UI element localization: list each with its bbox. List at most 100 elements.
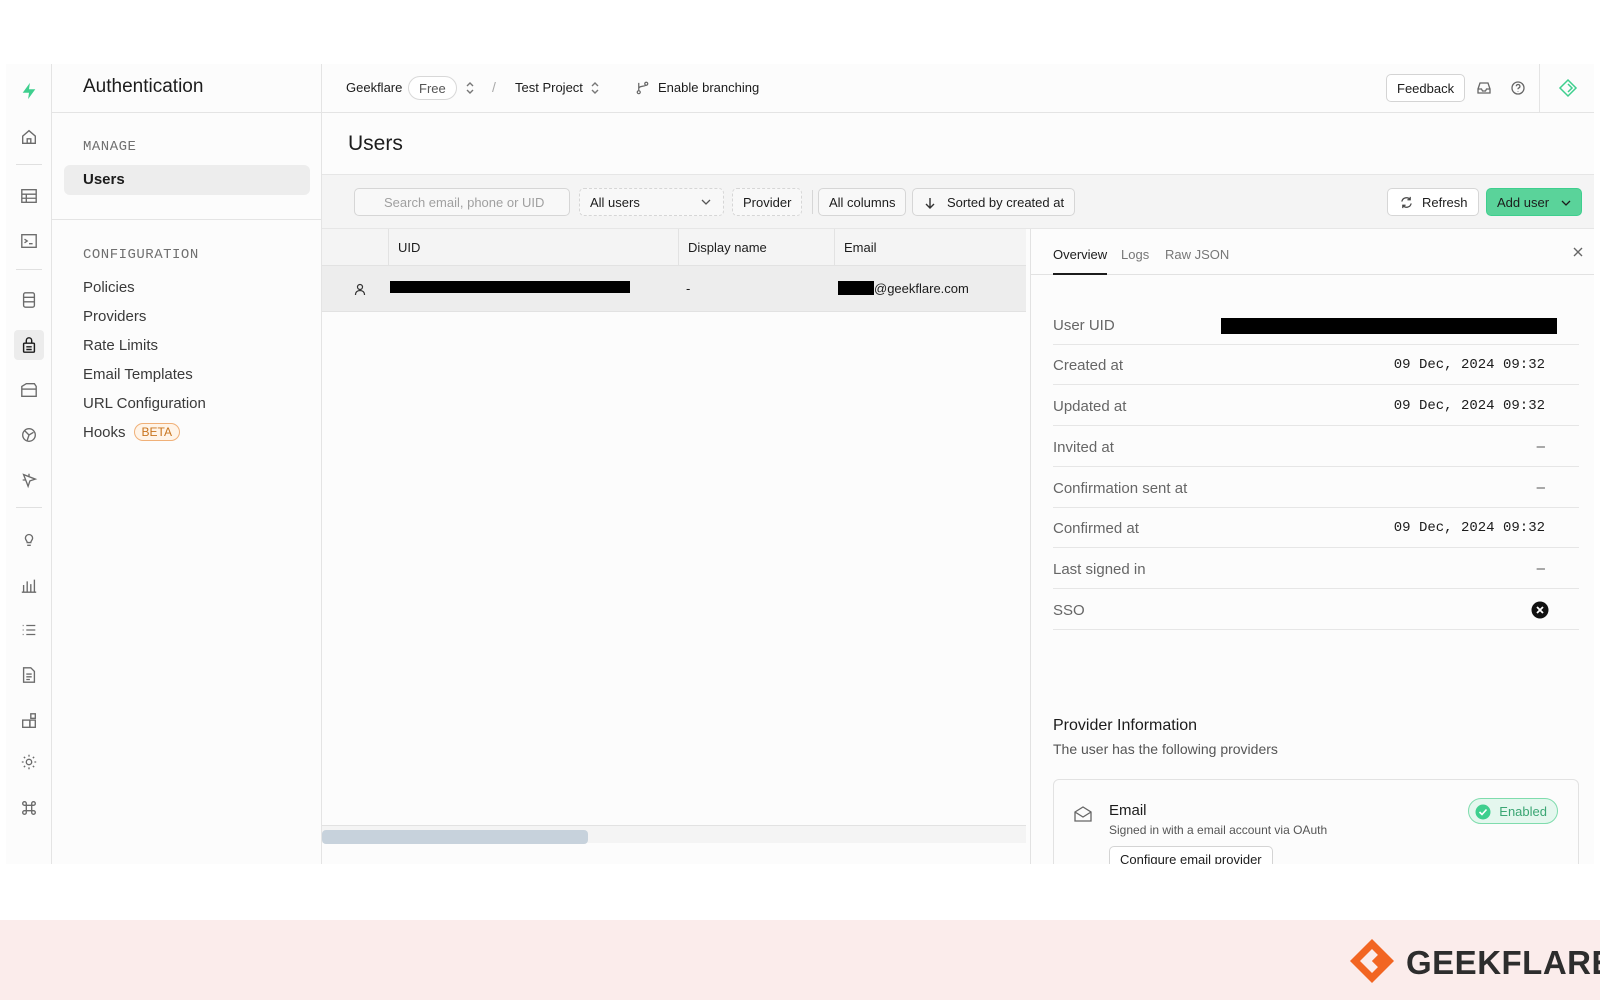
configure-email-provider-button[interactable]: Configure email provider (1109, 846, 1273, 864)
user-filter-select[interactable]: All users (579, 188, 724, 216)
user-icon (354, 283, 366, 296)
horizontal-scrollbar[interactable] (322, 825, 1026, 844)
provider-filter-button[interactable]: Provider (732, 188, 803, 216)
advisors-bulb-icon[interactable] (14, 524, 44, 554)
field-label: Updated at (1053, 398, 1127, 415)
assistant-diamond-icon[interactable] (1558, 78, 1578, 98)
hooks-label: Hooks (83, 424, 126, 441)
column-header-uid[interactable]: UID (388, 229, 678, 266)
sidebar-item-policies[interactable]: Policies (83, 279, 135, 296)
table-editor-icon[interactable] (14, 181, 44, 211)
field-label: Confirmed at (1053, 520, 1139, 537)
sidebar-item-url-configuration[interactable]: URL Configuration (83, 395, 206, 412)
provider-card: Email Signed in with a email account via… (1053, 779, 1579, 864)
sidebar-item-hooks[interactable]: Hooks BETA (83, 423, 180, 441)
sidebar-item-email-templates[interactable]: Email Templates (83, 366, 193, 383)
configuration-section-label: CONFIGURATION (83, 247, 199, 263)
tab-overview[interactable]: Overview (1053, 247, 1108, 275)
provider-info-subtitle: The user has the following providers (1053, 741, 1278, 757)
settings-gear-icon[interactable] (14, 747, 44, 777)
auth-lock-icon[interactable] (14, 330, 44, 360)
sql-editor-icon[interactable] (14, 226, 44, 256)
project-name[interactable]: Test Project (515, 80, 583, 95)
add-user-button[interactable]: Add user (1486, 188, 1582, 216)
field-user-uid: User UID (1053, 305, 1579, 345)
org-switch-chevrons-icon[interactable] (464, 80, 476, 96)
enable-branching-button[interactable]: Enable branching (658, 80, 759, 95)
realtime-icon[interactable] (14, 420, 44, 450)
field-last-signed-in: Last signed in – (1053, 549, 1579, 589)
storage-icon[interactable] (14, 375, 44, 405)
integrations-icon[interactable] (14, 706, 44, 736)
field-invited-at: Invited at – (1053, 427, 1579, 467)
chevron-down-icon (1561, 200, 1571, 206)
table-row[interactable]: - @geekflare.com (322, 266, 1026, 312)
field-label: Last signed in (1053, 561, 1146, 578)
field-confirmation-sent-at: Confirmation sent at – (1053, 468, 1579, 508)
field-value: 09 Dec, 2024 09:32 (1393, 357, 1545, 373)
add-user-label: Add user (1497, 195, 1550, 210)
field-value: – (1536, 479, 1545, 496)
sidebar-item-users[interactable]: Users (64, 165, 310, 195)
users-table: UID Display name Email - @geekflare.com (322, 229, 1026, 864)
x-circle-icon (1531, 601, 1549, 619)
enabled-label: Enabled (1499, 804, 1547, 819)
feedback-button[interactable]: Feedback (1386, 74, 1466, 102)
org-name[interactable]: Geekflare (346, 80, 402, 95)
arrow-down-icon (925, 198, 935, 209)
tab-raw-json[interactable]: Raw JSON (1165, 247, 1229, 262)
email-cell: @geekflare.com (874, 281, 969, 296)
edge-functions-icon[interactable] (14, 465, 44, 495)
sidebar-item-providers[interactable]: Providers (83, 308, 146, 325)
auth-sidebar: Authentication MANAGE Users CONFIGURATIO… (52, 64, 322, 864)
beta-badge: BETA (133, 423, 180, 441)
provider-info-title: Provider Information (1053, 717, 1198, 734)
git-branch-icon (636, 81, 649, 95)
geekflare-logo-icon (1350, 939, 1394, 983)
sort-button[interactable]: Sorted by created at (912, 188, 1076, 216)
page-title: Users (348, 132, 403, 155)
project-switch-chevrons-icon[interactable] (589, 80, 601, 96)
column-header-display-name[interactable]: Display name (678, 229, 834, 266)
field-confirmed-at: Confirmed at 09 Dec, 2024 09:32 (1053, 508, 1579, 548)
column-header-email[interactable]: Email (834, 229, 1026, 266)
supabase-logo-icon[interactable] (14, 76, 44, 106)
home-icon[interactable] (14, 122, 44, 152)
field-label: Created at (1053, 357, 1124, 374)
field-label: Invited at (1053, 439, 1114, 456)
breadcrumb-separator: / (492, 79, 496, 95)
tab-logs[interactable]: Logs (1121, 247, 1149, 262)
database-icon[interactable] (14, 285, 44, 315)
user-detail-panel: Overview Logs Raw JSON User UID Created … (1030, 229, 1594, 864)
geekflare-brand: GEEKFLARE (1406, 944, 1600, 981)
field-label: User UID (1053, 317, 1115, 334)
refresh-label: Refresh (1422, 195, 1468, 210)
users-toolbar: All users Provider All columns Sorted by… (322, 174, 1594, 229)
reports-icon[interactable] (14, 570, 44, 600)
sort-label: Sorted by created at (947, 195, 1065, 210)
redacted-email-user (838, 281, 874, 295)
mail-icon (1074, 806, 1092, 822)
field-label: Confirmation sent at (1053, 480, 1188, 497)
redacted-uid (390, 281, 630, 293)
command-icon[interactable] (14, 793, 44, 823)
field-value: 09 Dec, 2024 09:32 (1393, 398, 1545, 414)
top-bar: Geekflare Free / Test Project Enable bra… (322, 64, 1594, 113)
provider-description: Signed in with a email account via OAuth (1109, 823, 1328, 837)
logs-list-icon[interactable] (14, 615, 44, 645)
refresh-button[interactable]: Refresh (1387, 188, 1479, 216)
inbox-icon[interactable] (1476, 79, 1492, 97)
field-value: 09 Dec, 2024 09:32 (1393, 520, 1545, 536)
all-columns-button[interactable]: All columns (818, 188, 907, 216)
field-value: – (1536, 560, 1545, 577)
help-icon[interactable] (1510, 79, 1526, 97)
search-input[interactable] (354, 188, 570, 216)
nav-rail (6, 64, 52, 864)
api-docs-icon[interactable] (14, 660, 44, 690)
sidebar-item-rate-limits[interactable]: Rate Limits (83, 337, 158, 354)
table-header: UID Display name Email (322, 229, 1026, 266)
close-icon[interactable] (1571, 245, 1585, 259)
enabled-badge: Enabled (1468, 798, 1558, 824)
manage-section-label: MANAGE (83, 139, 137, 155)
field-sso: SSO (1053, 590, 1579, 630)
